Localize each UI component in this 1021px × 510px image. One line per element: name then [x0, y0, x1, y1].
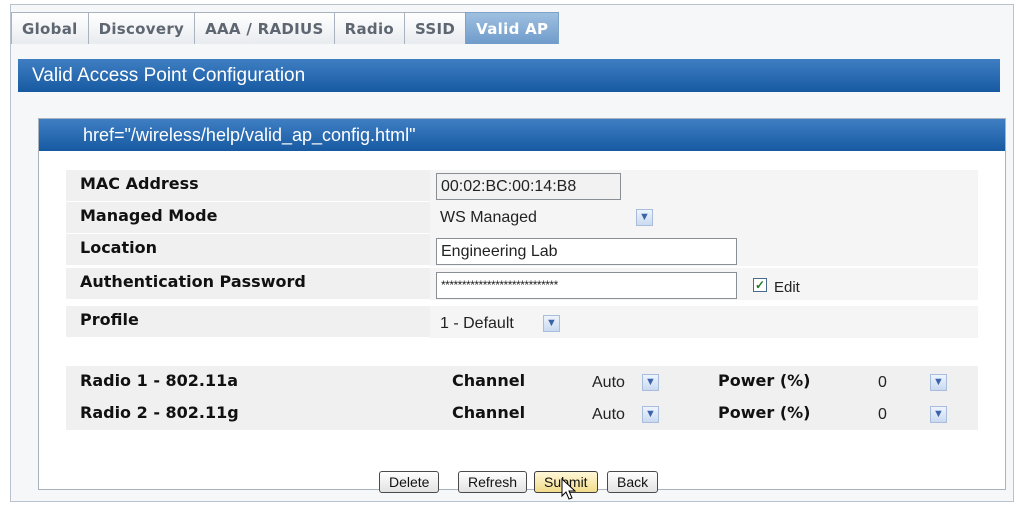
radio-1-power-label: Power (%) — [718, 371, 811, 390]
tab-ssid[interactable]: SSID — [404, 12, 467, 44]
chevron-down-icon[interactable]: ▼ — [930, 374, 947, 391]
radio-2-channel-label: Channel — [452, 403, 526, 422]
auth-password-row: Authentication Password ****************… — [66, 268, 978, 300]
radio-1-channel-value: Auto — [592, 374, 625, 391]
refresh-button[interactable]: Refresh — [458, 471, 528, 493]
back-button[interactable]: Back — [607, 471, 659, 493]
chevron-down-icon[interactable]: ▼ — [642, 406, 659, 423]
managed-mode-row: Managed Mode WS Managed ▼ — [66, 202, 978, 234]
auth-password-label: Authentication Password — [80, 272, 306, 291]
location-cell: Engineering Lab — [430, 234, 978, 266]
auth-password-cell: **************************** ✓ Edit — [430, 268, 978, 300]
radio-2-power-label: Power (%) — [718, 403, 811, 422]
tab-discovery[interactable]: Discovery — [87, 12, 196, 44]
panel-title: href="/wireless/help/valid_ap_config.htm… — [39, 119, 1005, 151]
managed-mode-label: Managed Mode — [80, 206, 218, 225]
location-label: Location — [80, 238, 157, 257]
radio-2-power-value: 0 — [878, 406, 887, 423]
chevron-down-icon[interactable]: ▼ — [636, 209, 653, 226]
radio-2-row: Radio 2 - 802.11g Channel Auto ▼ Power (… — [66, 398, 978, 431]
tab-global[interactable]: Global — [11, 12, 89, 44]
tab-aaa-radius[interactable]: AAA / RADIUS — [194, 12, 335, 44]
edit-label: Edit — [774, 279, 800, 296]
profile-select[interactable]: 1 - Default ▼ — [440, 311, 562, 337]
managed-mode-value: WS Managed — [440, 209, 537, 226]
tab-bar: Global Discovery AAA / RADIUS Radio SSID… — [11, 12, 560, 44]
check-icon: ✓ — [754, 278, 766, 292]
mac-address-row: MAC Address 00:02:BC:00:14:B8 — [66, 170, 978, 202]
pointer-cursor-icon — [561, 478, 577, 500]
chevron-down-icon[interactable]: ▼ — [642, 374, 659, 391]
managed-mode-cell: WS Managed ▼ — [430, 202, 978, 234]
tab-valid-ap[interactable]: Valid AP — [465, 12, 560, 44]
radio-1-power-select[interactable]: 0 ▼ — [878, 370, 950, 396]
radio-1-channel-select[interactable]: Auto ▼ — [592, 370, 664, 396]
radio-2-power-select[interactable]: 0 ▼ — [878, 402, 950, 428]
mac-address-label: MAC Address — [80, 174, 199, 193]
location-row: Location Engineering Lab — [66, 234, 978, 266]
radio-2-channel-value: Auto — [592, 406, 625, 423]
mac-address-cell: 00:02:BC:00:14:B8 — [430, 170, 978, 202]
profile-label: Profile — [80, 310, 139, 329]
radio-2-label: Radio 2 - 802.11g — [80, 403, 239, 422]
page-title: Valid Access Point Configuration — [18, 59, 1000, 92]
mac-address-field: 00:02:BC:00:14:B8 — [436, 173, 621, 200]
profile-row: Profile 1 - Default ▼ — [66, 306, 978, 338]
profile-cell: 1 - Default ▼ — [430, 306, 978, 338]
delete-button[interactable]: Delete — [379, 471, 440, 493]
location-field[interactable]: Engineering Lab — [436, 238, 737, 265]
radio-1-channel-label: Channel — [452, 371, 526, 390]
tab-radio[interactable]: Radio — [333, 12, 405, 44]
chevron-down-icon[interactable]: ▼ — [543, 315, 560, 332]
radio-1-power-value: 0 — [878, 374, 887, 391]
auth-password-field[interactable]: **************************** — [436, 272, 737, 299]
radio-2-channel-select[interactable]: Auto ▼ — [592, 402, 664, 428]
managed-mode-select[interactable]: WS Managed ▼ — [440, 205, 654, 231]
radio-1-label: Radio 1 - 802.11a — [80, 371, 239, 390]
chevron-down-icon[interactable]: ▼ — [930, 406, 947, 423]
profile-value: 1 - Default — [440, 315, 514, 332]
radio-1-row: Radio 1 - 802.11a Channel Auto ▼ Power (… — [66, 366, 978, 399]
edit-checkbox[interactable]: ✓ — [753, 278, 767, 292]
